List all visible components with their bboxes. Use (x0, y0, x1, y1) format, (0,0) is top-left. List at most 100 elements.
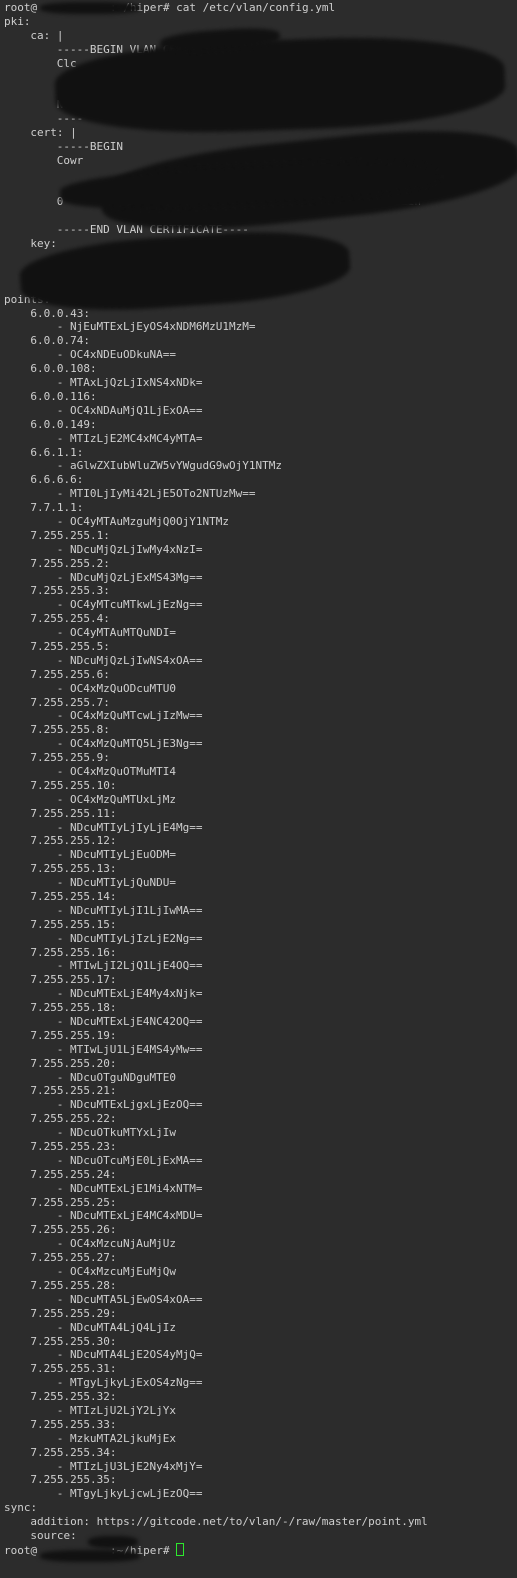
terminal-line: 7.255.255.34: (4, 1446, 517, 1460)
terminal-line-text (4, 279, 57, 292)
terminal-line: root@ :~/hiper# cat /etc/vlan/config.yml (4, 1, 517, 15)
terminal-line-text: 7.255.255.17: (30, 973, 117, 987)
terminal-line-text: - OC4xMzcuMjEuMjQw (56, 1265, 177, 1279)
terminal-line-text: 7.255.255.24: (30, 1167, 117, 1181)
terminal-line: -----BEGIN (4, 140, 517, 154)
terminal-line-text: 7.255.255.14: (30, 890, 117, 903)
terminal-line-text: 7.255.255.12: (30, 834, 117, 848)
terminal-line-text: - OC4xNDAuMjQ1LjExOA== (56, 403, 203, 417)
terminal-line-text: 6.0.0.116: (30, 389, 97, 403)
terminal-line: 7.255.255.18: (4, 1001, 517, 1015)
terminal-line-text: 7.7.1.1: (30, 501, 84, 515)
terminal-line-text: 7.255.255.34: (30, 1445, 117, 1459)
terminal-line: - OC4xMzQuMTcwLjIzMw== (4, 709, 517, 723)
terminal-line: 7.255.255.4: (4, 612, 517, 626)
terminal-line-text: - OC4xNDEuODkuNA== (56, 348, 177, 362)
terminal-line-text: - NDcuMTExLjE4My4xNjk= (56, 987, 203, 1001)
terminal-line: 6.6.1.1: (4, 446, 517, 460)
terminal-line-text: Clc (56, 56, 77, 70)
terminal-line-text: 7.255.255.7: (30, 695, 110, 709)
terminal-line: - OC4xMzQuOTMuMTI4 (4, 765, 517, 779)
terminal-line: 7.255.255.20: (4, 1057, 517, 1071)
terminal-line-text: -----BEGIN (56, 139, 124, 153)
terminal-line-text: 7.255.255.4: (30, 612, 110, 626)
terminal-line-text (4, 251, 57, 264)
terminal-line: ca: | (4, 29, 517, 43)
terminal-line (4, 70, 517, 84)
terminal-line: -----END VLAN CERTIFICATE---- (4, 223, 517, 237)
terminal-line: -----BEGIN VLAN CERTIFI (4, 43, 517, 57)
terminal-line-text: - MTIwLjI2LjQ1LjE4OQ== (56, 959, 203, 973)
terminal-line: Nc8pwMdv3q6f (4, 84, 517, 98)
terminal-line: - MTAxLjQzLjIxNS4xNDk= (4, 376, 517, 390)
terminal-line-text: - NDcuMTIyLjEuODM= (56, 848, 177, 862)
terminal-line (4, 265, 517, 279)
terminal-line: - OC4xMzQuMTUxLjMz (4, 793, 517, 807)
terminal-line-text: NesRMH (56, 98, 97, 112)
terminal-line: 7.255.255.9: (4, 751, 517, 765)
terminal-line-text (4, 70, 57, 83)
terminal-line-text: -----BEGIN VLAN CERTIFI (56, 42, 210, 56)
terminal-line-text: - MTIwLjU1LjE4MS4yMw== (56, 1042, 203, 1056)
terminal-line-text: 7.255.255.16: (30, 945, 117, 959)
terminal-line: - NDcuOTkuMTYxLjIw (4, 1126, 517, 1140)
terminal-line: sync: (4, 1501, 517, 1515)
terminal-line-text: - OC4yMTAuMzguMjQ0OjY1NTMz (56, 514, 229, 528)
terminal-line-text: - NDcuMTA5LjEwOS4xOA== (56, 1292, 203, 1306)
terminal-line: 7.255.255.24: (4, 1168, 517, 1182)
terminal-line-text: 7.255.255.30: (30, 1334, 117, 1348)
terminal-line: 7.255.255.8: (4, 723, 517, 737)
terminal-line: - OC4xMzQuODcuMTU0 (4, 682, 517, 696)
terminal-line-text: 7.255.255.20: (30, 1056, 117, 1070)
terminal-line: 7.255.255.16: (4, 946, 517, 960)
terminal-line-text: - MTIzLjE2MC4xMC4yMTA= (56, 431, 203, 445)
terminal-line: 7.255.255.32: (4, 1390, 517, 1404)
terminal-line: - NDcuMTA5LjEwOS4xOA== (4, 1293, 517, 1307)
terminal-line-text: wq9zyEaRwc= (56, 209, 243, 223)
terminal-line: - NDcuMTA4LjE2OS4yMjQ= (4, 1348, 517, 1362)
terminal-output[interactable]: root@ :~/hiper# cat /etc/vlan/config.yml… (0, 0, 517, 1557)
terminal-line: 7.255.255.28: (4, 1279, 517, 1293)
cursor-block (176, 1542, 185, 1556)
terminal-line-text: - OC4xMzQuMTcwLjIzMw== (56, 709, 203, 723)
terminal-line: 7.255.255.10: (4, 779, 517, 793)
terminal-line: - NDcuOTguNDguMTE0 (4, 1071, 517, 1085)
terminal-line: 7.255.255.2: (4, 557, 517, 571)
terminal-line: 7.255.255.19: (4, 1029, 517, 1043)
terminal-line: - NDcuMTExLjE1Mi4xNTM= (4, 1182, 517, 1196)
terminal-line-text: - NDcuMTIyLjI1LjIwMA== (56, 903, 203, 917)
terminal-line-text: - NDcuMTIyLjQuNDU= (56, 876, 177, 890)
terminal-line: - NDcuMTIyLjQuNDU= (4, 876, 517, 890)
terminal-line: 7.255.255.7: (4, 696, 517, 710)
terminal-line-text: 6.6.1.1: (30, 445, 84, 459)
terminal-line: - MTIzLjU3LjE2Ny4xMjY= (4, 1460, 517, 1474)
terminal-line-text: - MzkuMTA2LjkuMjEx (56, 1431, 177, 1445)
terminal-line: cert: | (4, 126, 517, 140)
terminal-line: points: (4, 293, 517, 307)
terminal-line-text: 7.255.255.5: (30, 639, 110, 653)
terminal-line: - NDcuMTExLjE4NC42OQ== (4, 1015, 517, 1029)
terminal-line: - MzkuMTA2LjkuMjEx (4, 1432, 517, 1446)
terminal-line-text: - OC4xMzQuMTQ5LjE3Ng== (56, 737, 203, 751)
terminal-line-text: root@ :~/hiper# (4, 1543, 177, 1557)
terminal-line: 7.255.255.17: (4, 973, 517, 987)
terminal-line-text: - NDcuOTcuMjE0LjExMA== (56, 1153, 203, 1167)
terminal-line: - NDcuMjQzLjExMS43Mg== (4, 571, 517, 585)
terminal-line: 7.255.255.33: (4, 1418, 517, 1432)
terminal-line-text: cert: | (30, 126, 77, 140)
terminal-line-text: 7.255.255.1: (30, 528, 110, 542)
terminal-line: - MTIzLjU2LjY2LjYx (4, 1404, 517, 1418)
terminal-line: 7.255.255.5: (4, 640, 517, 654)
terminal-line-text: 7.255.255.29: (30, 1306, 117, 1320)
terminal-line: - NDcuOTcuMjE0LjExMA== (4, 1154, 517, 1168)
terminal-line-text: - OC4xMzQuMTUxLjMz (56, 792, 177, 806)
terminal-line (4, 168, 517, 182)
terminal-line-text: - MTIzLjU2LjY2LjYx (56, 1403, 177, 1417)
terminal-line: - MTIwLjU1LjE4MS4yMw== (4, 1043, 517, 1057)
terminal-line: 7.255.255.6: (4, 668, 517, 682)
terminal-line (4, 182, 517, 196)
terminal-line: 7.255.255.30: (4, 1335, 517, 1349)
terminal-line-text: root@ :~/hiper# cat /etc/vlan/config.yml (4, 1, 336, 14)
terminal-line-text: - OC4xMzQuOTMuMTI4 (56, 764, 177, 778)
terminal-line-text: 7.255.255.23: (30, 1140, 117, 1154)
